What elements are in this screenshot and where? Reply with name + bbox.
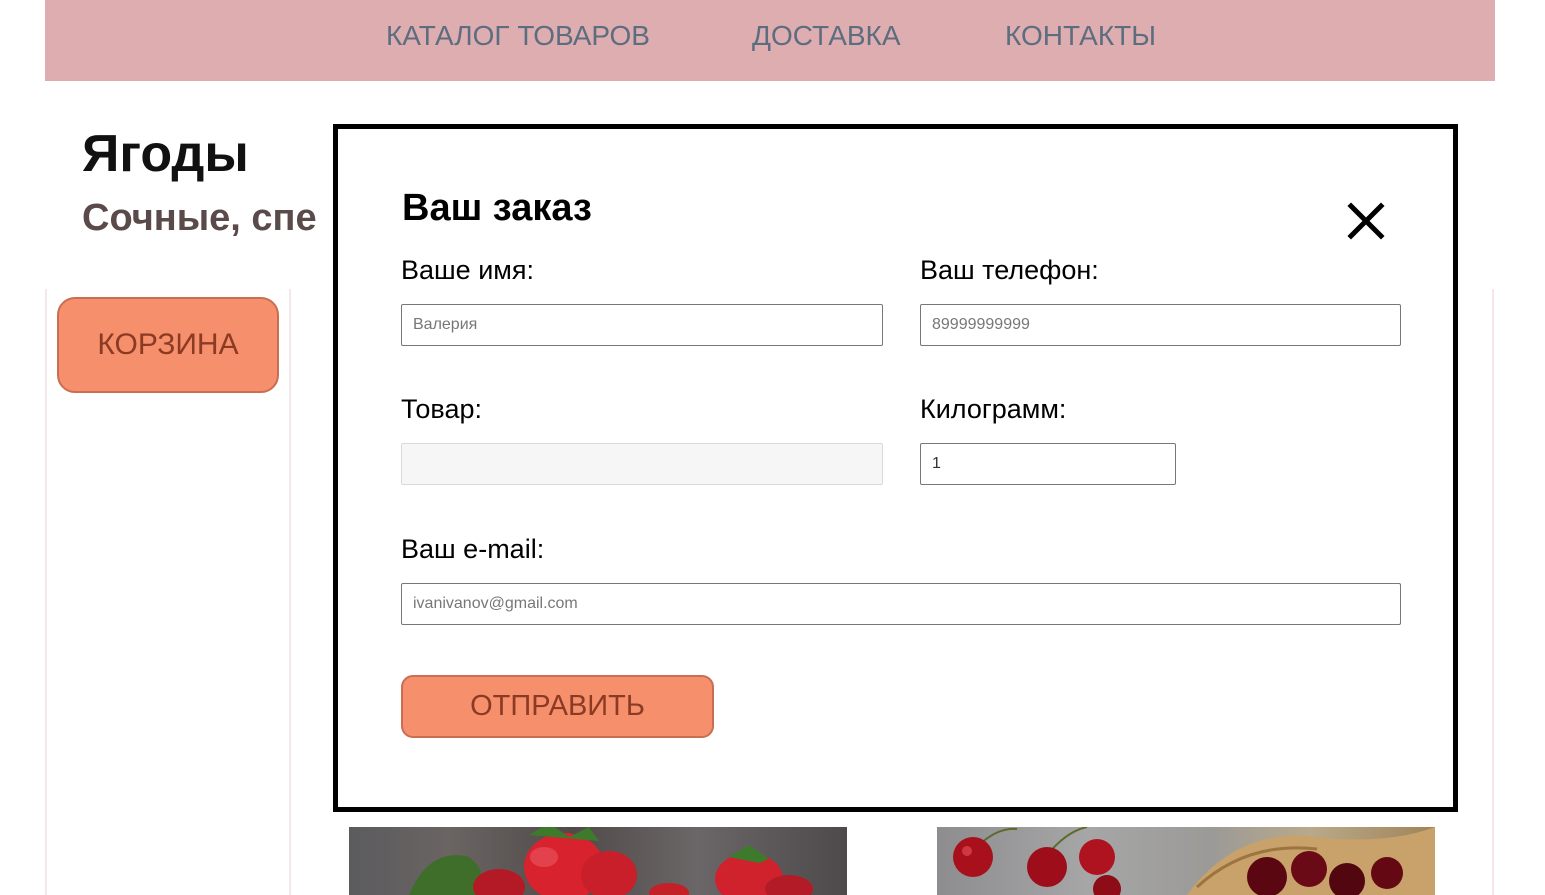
name-label: Ваше имя:	[401, 255, 534, 285]
nav-catalog-link[interactable]: КАТАЛОГ ТОВАРОВ	[386, 20, 650, 52]
top-navigation: КАТАЛОГ ТОВАРОВ ДОСТАВКА КОНТАКТЫ	[45, 0, 1495, 81]
phone-field[interactable]	[920, 304, 1401, 346]
cart-button[interactable]: КОРЗИНА	[57, 297, 279, 393]
strawberry-image[interactable]	[349, 827, 847, 895]
close-icon[interactable]	[1346, 201, 1386, 241]
product-label: Товар:	[401, 394, 482, 424]
column-divider-left	[45, 289, 47, 895]
nav-delivery-link[interactable]: ДОСТАВКА	[752, 20, 901, 52]
cherry-image-art	[953, 827, 1435, 895]
page-subtitle: Сочные, спе	[82, 197, 317, 239]
strawberry-image-art	[409, 827, 813, 895]
page-title: Ягоды	[82, 125, 249, 183]
kg-field[interactable]	[920, 443, 1176, 485]
email-field[interactable]	[401, 583, 1401, 625]
submit-button[interactable]: ОТПРАВИТЬ	[401, 675, 714, 738]
product-field	[401, 443, 883, 485]
cherry-image[interactable]	[937, 827, 1435, 895]
column-divider-sidebar	[289, 289, 291, 895]
order-modal-title: Ваш заказ	[402, 187, 592, 229]
nav-contacts-link[interactable]: КОНТАКТЫ	[1005, 20, 1156, 52]
email-label: Ваш e-mail:	[401, 534, 545, 564]
page: КАТАЛОГ ТОВАРОВ ДОСТАВКА КОНТАКТЫ Ягоды …	[0, 0, 1545, 895]
column-divider-right	[1492, 289, 1494, 895]
phone-label: Ваш телефон:	[920, 255, 1099, 285]
kg-label: Килограмм:	[920, 394, 1067, 424]
order-modal: Ваш заказ Ваше имя: Ваш телефон: Товар: …	[333, 124, 1458, 812]
name-field[interactable]	[401, 304, 883, 346]
